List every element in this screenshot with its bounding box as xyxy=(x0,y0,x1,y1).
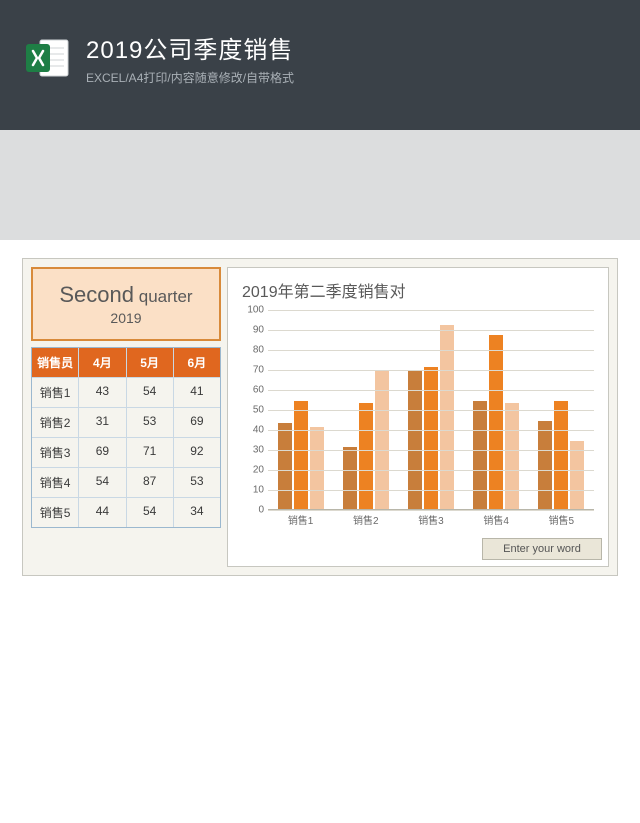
table-cell: 销售3 xyxy=(32,438,79,467)
entry-word-input[interactable]: Enter your word xyxy=(482,538,602,560)
x-axis-label: 销售4 xyxy=(466,512,526,527)
header: 2019公司季度销售 EXCEL/A4打印/内容随意修改/自带格式 xyxy=(0,0,640,86)
bar xyxy=(440,325,454,509)
table-cell: 销售5 xyxy=(32,498,79,527)
table-head-cell: 6月 xyxy=(174,348,220,377)
bar xyxy=(489,335,503,509)
chart-title: 2019年第二季度销售对 xyxy=(242,278,598,302)
table-cell: 53 xyxy=(174,468,220,497)
table-cell: 71 xyxy=(127,438,174,467)
chart-area: 2019年第二季度销售对 销售1销售2销售3销售4销售5 01020304050… xyxy=(227,267,609,567)
grid-line xyxy=(268,350,594,351)
y-axis-label: 90 xyxy=(242,325,264,336)
table-cell: 销售4 xyxy=(32,468,79,497)
grid-line xyxy=(268,450,594,451)
x-axis-label: 销售3 xyxy=(401,512,461,527)
table-cell: 54 xyxy=(127,498,174,527)
x-axis-label: 销售2 xyxy=(336,512,396,527)
table-row: 销售2315369 xyxy=(32,407,220,437)
bar xyxy=(408,371,422,509)
bar xyxy=(538,421,552,509)
y-axis-label: 10 xyxy=(242,485,264,496)
y-axis-label: 100 xyxy=(242,305,264,316)
grid-line xyxy=(268,470,594,471)
chart-plot: 销售1销售2销售3销售4销售5 0102030405060708090100 xyxy=(268,310,594,510)
table-cell: 54 xyxy=(79,468,126,497)
page-subtitle: EXCEL/A4打印/内容随意修改/自带格式 xyxy=(86,69,294,86)
table-head-cell: 5月 xyxy=(127,348,174,377)
quarter-box: Second quarter 2019 xyxy=(31,267,221,341)
table-cell: 92 xyxy=(174,438,220,467)
bar xyxy=(424,367,438,509)
bar xyxy=(343,447,357,509)
y-axis-label: 0 xyxy=(242,505,264,516)
grid-line xyxy=(268,310,594,311)
bar xyxy=(278,423,292,509)
spreadsheet-panel: Second quarter 2019 销售员4月5月6月 销售1435441销… xyxy=(22,258,618,576)
table-row: 销售1435441 xyxy=(32,377,220,407)
bar xyxy=(505,403,519,509)
y-axis-label: 70 xyxy=(242,365,264,376)
grid-line xyxy=(268,390,594,391)
table-cell: 54 xyxy=(127,378,174,407)
excel-icon xyxy=(24,34,72,82)
table-cell: 53 xyxy=(127,408,174,437)
table-row: 销售5445434 xyxy=(32,497,220,527)
quarter-line1: Second quarter xyxy=(59,282,192,308)
sales-table: 销售员4月5月6月 销售1435441销售2315369销售3697192销售4… xyxy=(31,347,221,528)
bar xyxy=(473,401,487,509)
bar xyxy=(310,427,324,509)
grid-line xyxy=(268,370,594,371)
table-head-cell: 4月 xyxy=(79,348,126,377)
table-cell: 34 xyxy=(174,498,220,527)
grid-line xyxy=(268,510,594,511)
y-axis-label: 80 xyxy=(242,345,264,356)
table-cell: 销售2 xyxy=(32,408,79,437)
bar xyxy=(375,371,389,509)
table-head-cell: 销售员 xyxy=(32,348,79,377)
bar xyxy=(359,403,373,509)
grid-line xyxy=(268,330,594,331)
table-header: 销售员4月5月6月 xyxy=(32,348,220,377)
quarter-word1: Second xyxy=(59,282,134,307)
quarter-year: 2019 xyxy=(110,310,141,326)
bar xyxy=(554,401,568,509)
header-text: 2019公司季度销售 EXCEL/A4打印/内容随意修改/自带格式 xyxy=(86,30,294,86)
table-row: 销售3697192 xyxy=(32,437,220,467)
table-cell: 销售1 xyxy=(32,378,79,407)
y-axis-label: 40 xyxy=(242,425,264,436)
y-axis-label: 30 xyxy=(242,445,264,456)
grid-line xyxy=(268,410,594,411)
grid-line xyxy=(268,490,594,491)
bar xyxy=(570,441,584,509)
table-cell: 43 xyxy=(79,378,126,407)
y-axis-label: 60 xyxy=(242,385,264,396)
quarter-word2: quarter xyxy=(139,287,193,306)
table-cell: 44 xyxy=(79,498,126,527)
table-row: 销售4548753 xyxy=(32,467,220,497)
table-cell: 87 xyxy=(127,468,174,497)
x-axis-label: 销售5 xyxy=(531,512,591,527)
table-cell: 69 xyxy=(79,438,126,467)
table-cell: 41 xyxy=(174,378,220,407)
y-axis-label: 50 xyxy=(242,405,264,416)
left-column: Second quarter 2019 销售员4月5月6月 销售1435441销… xyxy=(31,267,221,567)
y-axis-label: 20 xyxy=(242,465,264,476)
bar xyxy=(294,401,308,509)
table-cell: 69 xyxy=(174,408,220,437)
page-title: 2019公司季度销售 xyxy=(86,30,294,65)
table-cell: 31 xyxy=(79,408,126,437)
grid-line xyxy=(268,430,594,431)
x-axis-label: 销售1 xyxy=(271,512,331,527)
